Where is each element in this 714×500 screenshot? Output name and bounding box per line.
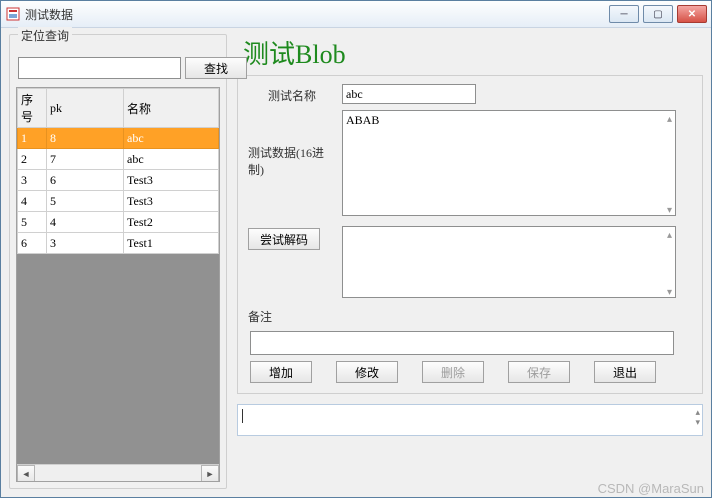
cell-seq[interactable]: 3 [18,170,47,191]
delete-button[interactable]: 删除 [422,361,484,383]
watermark: CSDN @MaraSun [598,481,704,496]
add-button[interactable]: 增加 [250,361,312,383]
col-pk[interactable]: pk [47,89,124,128]
cell-name[interactable]: Test3 [124,170,219,191]
data-label: 测试数据(16进制) [248,110,336,178]
cell-pk[interactable]: 3 [47,233,124,254]
minimize-button[interactable]: ─ [609,5,639,23]
window-title: 测试数据 [25,6,609,23]
decode-button[interactable]: 尝试解码 [248,228,320,250]
name-label: 测试名称 [248,84,336,104]
caret-icon [242,409,243,423]
status-textbox[interactable]: ▴ ▾ [237,404,703,436]
name-input[interactable] [342,84,476,104]
client-area: 定位查询 查找 序号 pk 名称 18abc27abc36Test345Test… [1,28,711,497]
scroll-up-icon: ▴ [695,407,700,417]
cell-seq[interactable]: 5 [18,212,47,233]
table-row[interactable]: 54Test2 [18,212,219,233]
cell-seq[interactable]: 4 [18,191,47,212]
search-button[interactable]: 查找 [185,57,247,79]
cell-name[interactable]: abc [124,149,219,170]
remark-input[interactable] [250,331,674,355]
data-grid[interactable]: 序号 pk 名称 18abc27abc36Test345Test354Test2… [16,87,220,482]
cell-pk[interactable]: 6 [47,170,124,191]
window: 测试数据 ─ ▢ ✕ 定位查询 查找 序号 pk [0,0,712,498]
titlebar: 测试数据 ─ ▢ ✕ [1,1,711,28]
app-icon [5,6,21,22]
close-button[interactable]: ✕ [677,5,707,23]
page-title: 测试Blob [243,34,703,71]
cell-name[interactable]: abc [124,128,219,149]
cell-pk[interactable]: 7 [47,149,124,170]
table-row[interactable]: 27abc [18,149,219,170]
search-groupbox: 定位查询 查找 序号 pk 名称 18abc27abc36Test345Test… [9,34,227,489]
cell-pk[interactable]: 5 [47,191,124,212]
table-row[interactable]: 45Test3 [18,191,219,212]
exit-button[interactable]: 退出 [594,361,656,383]
col-seq[interactable]: 序号 [18,89,47,128]
search-group-label: 定位查询 [18,27,72,44]
cell-seq[interactable]: 2 [18,149,47,170]
right-panel: 测试Blob 测试名称 测试数据(16进制) ABAB ▴ ▾ 尝试解码 [237,34,703,489]
scroll-left-icon[interactable]: ◄ [17,465,35,482]
table-row[interactable]: 63Test1 [18,233,219,254]
scroll-right-icon[interactable]: ► [201,465,219,482]
cell-pk[interactable]: 4 [47,212,124,233]
cell-seq[interactable]: 1 [18,128,47,149]
search-input[interactable] [18,57,181,79]
grid-hscroll[interactable]: ◄ ► [17,464,219,481]
maximize-button[interactable]: ▢ [643,5,673,23]
cell-name[interactable]: Test3 [124,191,219,212]
table-row[interactable]: 18abc [18,128,219,149]
table-row[interactable]: 36Test3 [18,170,219,191]
scroll-down-icon: ▾ [695,417,700,427]
decode-textarea[interactable] [342,226,676,298]
col-name[interactable]: 名称 [124,89,219,128]
save-button[interactable]: 保存 [508,361,570,383]
hex-data-textarea[interactable]: ABAB [342,110,676,216]
cell-seq[interactable]: 6 [18,233,47,254]
cell-pk[interactable]: 8 [47,128,124,149]
cell-name[interactable]: Test2 [124,212,219,233]
remark-label: 备注 [248,308,336,325]
left-panel: 定位查询 查找 序号 pk 名称 18abc27abc36Test345Test… [9,34,227,489]
cell-name[interactable]: Test1 [124,233,219,254]
form-area: 测试名称 测试数据(16进制) ABAB ▴ ▾ 尝试解码 [237,75,703,394]
grid-table: 序号 pk 名称 18abc27abc36Test345Test354Test2… [17,88,219,254]
edit-button[interactable]: 修改 [336,361,398,383]
